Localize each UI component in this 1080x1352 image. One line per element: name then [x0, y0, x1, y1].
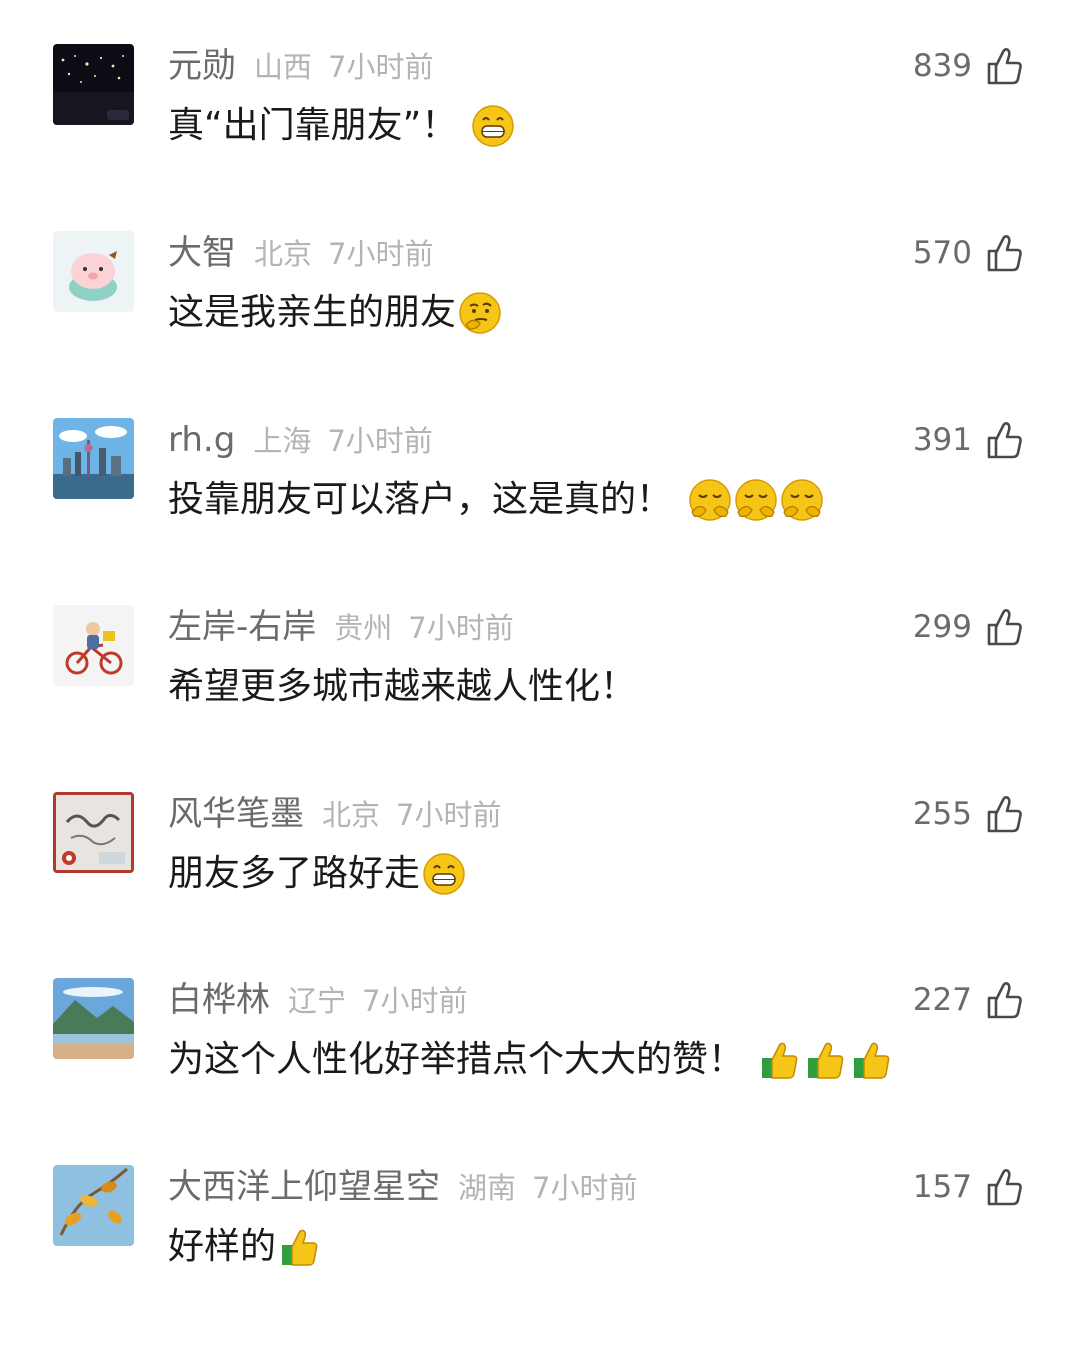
comment-item: 白桦林 辽宁 7小时前 为这个人性化好举措点个大大的赞！ 227: [0, 978, 1080, 1165]
thumbs-up-icon[interactable]: [986, 794, 1024, 834]
comment-body: 好样的: [168, 1226, 277, 1267]
comment-meta: 白桦林 辽宁 7小时前: [168, 978, 467, 1022]
like-control[interactable]: 391: [913, 418, 1024, 462]
location: 贵州: [334, 611, 393, 645]
thumbs-up-icon[interactable]: [986, 1167, 1024, 1207]
like-count: 255: [912, 796, 972, 832]
comment-item: 大智 北京 7小时前 这是我亲生的朋友 570: [0, 231, 1080, 418]
comment-text: 投靠朋友可以落户，这是真的！: [168, 470, 824, 530]
like-count: 570: [912, 235, 972, 271]
comment-body: 希望更多城市越来越人性化！: [168, 666, 637, 707]
timestamp: 7小时前: [327, 424, 433, 458]
comment-meta: 元勋 山西 7小时前: [168, 44, 433, 88]
timestamp: 7小时前: [362, 984, 468, 1018]
timestamp: 7小时前: [532, 1171, 638, 1205]
grin-emoji: [471, 104, 515, 148]
comment-text: 真“出门靠朋友”！: [168, 96, 515, 156]
location: 湖南: [458, 1171, 517, 1205]
avatar[interactable]: [53, 792, 134, 873]
username[interactable]: 元勋: [168, 44, 236, 88]
location: 辽宁: [288, 984, 347, 1018]
like-control[interactable]: 570: [913, 231, 1024, 275]
location: 北京: [254, 237, 313, 271]
comment-body: 投靠朋友可以落户，这是真的！: [168, 479, 673, 520]
like-control[interactable]: 299: [913, 605, 1024, 649]
avatar[interactable]: [53, 44, 134, 125]
comment-meta: 大西洋上仰望星空 湖南 7小时前: [168, 1165, 637, 1209]
username[interactable]: 大智: [168, 231, 236, 275]
comment-body: 这是我亲生的朋友: [168, 292, 457, 333]
timestamp: 7小时前: [396, 798, 502, 832]
thinking-emoji: [458, 291, 502, 335]
username[interactable]: 大西洋上仰望星空: [168, 1165, 440, 1209]
comment-text: 好样的: [168, 1217, 322, 1277]
comment-meta: 风华笔墨 北京 7小时前: [168, 792, 501, 836]
thumbs-up-icon[interactable]: [986, 980, 1024, 1020]
timestamp: 7小时前: [408, 611, 514, 645]
username[interactable]: 白桦林: [168, 978, 270, 1022]
comment-item: 风华笔墨 北京 7小时前 朋友多了路好走 255: [0, 792, 1080, 979]
location: 北京: [322, 798, 381, 832]
comment-text: 朋友多了路好走: [168, 844, 466, 904]
like-count: 299: [912, 609, 972, 645]
location: 上海: [253, 424, 312, 458]
comment-text: 这是我亲生的朋友: [168, 283, 502, 343]
comment-meta: 左岸-右岸 贵州 7小时前: [168, 605, 514, 649]
like-count: 227: [912, 982, 972, 1018]
thumbs-up-emoji: [758, 1038, 802, 1082]
thumbs-up-emoji: [278, 1225, 322, 1269]
thumbs-up-icon[interactable]: [986, 607, 1024, 647]
avatar[interactable]: [53, 418, 134, 499]
avatar[interactable]: [53, 605, 134, 686]
username[interactable]: rh.g: [168, 418, 235, 462]
like-count: 391: [912, 422, 972, 458]
thumbs-up-icon[interactable]: [986, 420, 1024, 460]
comment-meta: 大智 北京 7小时前: [168, 231, 433, 275]
thumbs-up-icon[interactable]: [986, 233, 1024, 273]
location: 山西: [254, 50, 313, 84]
timestamp: 7小时前: [328, 50, 434, 84]
comment-body: 为这个人性化好举措点个大大的赞！: [168, 1039, 745, 1080]
like-control[interactable]: 227: [913, 978, 1024, 1022]
giggle-emoji: [780, 478, 824, 522]
like-control[interactable]: 839: [913, 44, 1024, 88]
avatar[interactable]: [53, 231, 134, 312]
comment-text: 为这个人性化好举措点个大大的赞！: [168, 1030, 894, 1090]
comment-item: 大西洋上仰望星空 湖南 7小时前 好样的 157: [0, 1165, 1080, 1352]
giggle-emoji: [734, 478, 778, 522]
like-control[interactable]: 157: [913, 1165, 1024, 1209]
like-count: 839: [912, 48, 972, 84]
thumbs-up-emoji: [804, 1038, 848, 1082]
username[interactable]: 左岸-右岸: [168, 605, 316, 649]
comment-item: rh.g 上海 7小时前 投靠朋友可以落户，这是真的！ 391: [0, 418, 1080, 605]
comment-text: 希望更多城市越来越人性化！: [168, 657, 636, 717]
giggle-emoji: [688, 478, 732, 522]
comment-body: 朋友多了路好走: [168, 853, 421, 894]
avatar[interactable]: [53, 1165, 134, 1246]
thumbs-up-icon[interactable]: [986, 46, 1024, 86]
comment-item: 元勋 山西 7小时前 真“出门靠朋友”！ 839: [0, 44, 1080, 231]
thumbs-up-emoji: [850, 1038, 894, 1082]
comment-item: 左岸-右岸 贵州 7小时前 希望更多城市越来越人性化！ 299: [0, 605, 1080, 792]
avatar[interactable]: [53, 978, 134, 1059]
grin-emoji: [422, 852, 466, 896]
username[interactable]: 风华笔墨: [168, 792, 304, 836]
like-count: 157: [912, 1169, 972, 1205]
like-control[interactable]: 255: [913, 792, 1024, 836]
timestamp: 7小时前: [328, 237, 434, 271]
comment-meta: rh.g 上海 7小时前: [168, 418, 433, 462]
comment-body: 真“出门靠朋友”！: [168, 105, 458, 146]
